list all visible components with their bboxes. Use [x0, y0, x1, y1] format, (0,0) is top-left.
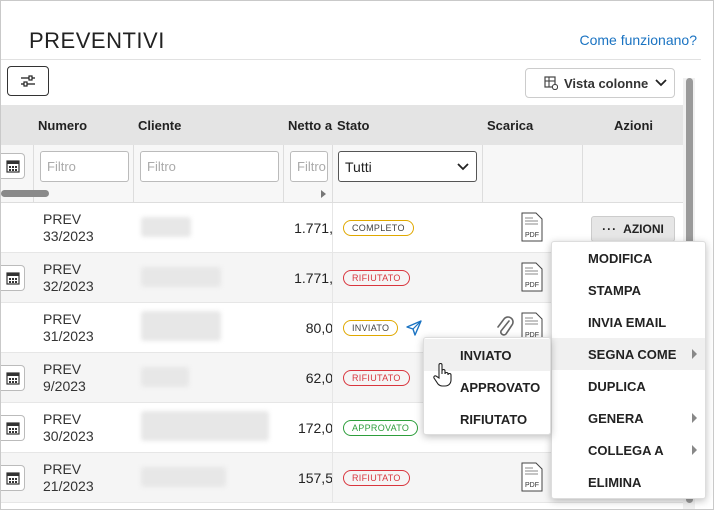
row-amount: 80,0: [305, 320, 333, 336]
client-name-blurred: [141, 411, 269, 441]
pdf-icon[interactable]: PDF: [521, 262, 543, 292]
help-link[interactable]: Come funzionano?: [579, 32, 697, 48]
columns-view-label: Vista colonne: [564, 75, 649, 91]
header-azioni: Azioni: [614, 118, 653, 133]
status-badge: INVIATO: [343, 320, 399, 336]
calendar-icon-glyph: [5, 372, 20, 385]
send-icon[interactable]: [405, 319, 423, 337]
header-netto[interactable]: Netto a: [288, 118, 332, 133]
more-dots-icon: ···: [602, 222, 618, 236]
status-badge: APPROVATO: [343, 420, 419, 436]
header-scarica: Scarica: [487, 118, 534, 133]
scroll-right-arrow-icon[interactable]: [321, 190, 326, 198]
menu-item-elimina[interactable]: ELIMINA: [552, 466, 705, 498]
svg-text:PDF: PDF: [525, 232, 539, 239]
row-number: PREV 32/2023: [43, 261, 94, 294]
paperclip-icon[interactable]: [495, 315, 515, 339]
chevron-right-icon: [692, 349, 697, 359]
hand-cursor-icon: [433, 363, 452, 387]
submenu-item-rifiutato[interactable]: RIFIUTATO: [424, 403, 550, 435]
chevron-right-icon: [692, 445, 697, 455]
calendar-icon[interactable]: [1, 465, 25, 491]
calendar-icon[interactable]: [1, 265, 25, 291]
filter-row: Filtro Filtro Filtro Tutti: [1, 145, 683, 203]
row-amount: 1.771,: [294, 220, 333, 236]
status-badge: RIFIUTATO: [343, 470, 410, 486]
calendar-icon[interactable]: [1, 365, 25, 391]
row-amount: 172,0: [297, 420, 333, 436]
cliente-filter-input[interactable]: Filtro: [140, 151, 279, 182]
menu-item-segna-come-label: SEGNA COME: [588, 347, 677, 362]
pdf-icon[interactable]: PDF: [521, 462, 543, 492]
menu-item-genera-label: GENERA: [588, 411, 644, 426]
chevron-down-icon: [655, 79, 667, 87]
row-amount: 157,5: [297, 470, 333, 486]
stato-filter-select[interactable]: Tutti: [338, 151, 477, 182]
row-number: PREV 30/2023: [43, 411, 94, 444]
header-numero[interactable]: Numero: [38, 118, 87, 133]
menu-item-collega-a[interactable]: COLLEGA A: [552, 434, 705, 466]
actions-button[interactable]: ··· AZIONI: [591, 216, 675, 242]
chevron-right-icon: [692, 413, 697, 423]
calendar-icon-glyph: [5, 272, 20, 285]
sliders-icon: [21, 75, 35, 87]
row-number: PREV 33/2023: [43, 211, 94, 244]
page-title: PREVENTIVI: [29, 28, 165, 53]
status-badge: RIFIUTATO: [343, 370, 410, 386]
svg-text:PDF: PDF: [525, 482, 539, 489]
menu-item-modifica[interactable]: MODIFICA: [552, 242, 705, 274]
calendar-icon[interactable]: [1, 153, 25, 179]
menu-item-invia-email[interactable]: INVIA EMAIL: [552, 306, 705, 338]
client-name-blurred: [141, 267, 221, 287]
header-stato[interactable]: Stato: [337, 118, 370, 133]
stato-filter-value: Tutti: [345, 159, 372, 175]
chevron-down-icon: [457, 163, 469, 171]
calendar-icon[interactable]: [1, 415, 25, 441]
client-name-blurred: [141, 217, 191, 237]
client-name-blurred: [141, 367, 189, 387]
header-cliente[interactable]: Cliente: [138, 118, 181, 133]
app-window: PREVENTIVI Come funzionano? Vista colonn…: [0, 0, 714, 510]
menu-item-stampa[interactable]: STAMPA: [552, 274, 705, 306]
menu-item-collega-a-label: COLLEGA A: [588, 443, 664, 458]
calendar-icon-glyph: [5, 472, 20, 485]
client-name-blurred: [141, 467, 226, 487]
horizontal-scrollbar[interactable]: [1, 190, 49, 197]
row-amount: 62,0: [305, 370, 333, 386]
calendar-icon-glyph: [5, 160, 20, 173]
menu-item-duplica[interactable]: DUPLICA: [552, 370, 705, 402]
calendar-icon-glyph: [5, 422, 20, 435]
table-header: Numero Cliente Netto a Stato Scarica Azi…: [1, 105, 683, 145]
pdf-icon[interactable]: PDF: [521, 212, 543, 242]
columns-view-button[interactable]: Vista colonne: [525, 68, 675, 98]
svg-text:PDF: PDF: [525, 282, 539, 289]
menu-item-genera[interactable]: GENERA: [552, 402, 705, 434]
row-amount: 1.771,: [294, 270, 333, 286]
actions-menu: MODIFICA STAMPA INVIA EMAIL SEGNA COME D…: [551, 241, 706, 499]
client-name-blurred: [141, 311, 221, 341]
row-number: PREV 9/2023: [43, 361, 86, 394]
row-number: PREV 31/2023: [43, 311, 94, 344]
status-badge: COMPLETO: [343, 220, 414, 236]
menu-item-segna-come[interactable]: SEGNA COME: [552, 338, 705, 370]
columns-icon: [544, 76, 558, 90]
status-badge: RIFIUTATO: [343, 270, 410, 286]
actions-button-label: AZIONI: [623, 222, 664, 236]
row-number: PREV 21/2023: [43, 461, 94, 494]
filter-toggle-button[interactable]: [7, 66, 49, 96]
netto-filter-input[interactable]: Filtro: [290, 151, 328, 182]
numero-filter-input[interactable]: Filtro: [40, 151, 129, 182]
